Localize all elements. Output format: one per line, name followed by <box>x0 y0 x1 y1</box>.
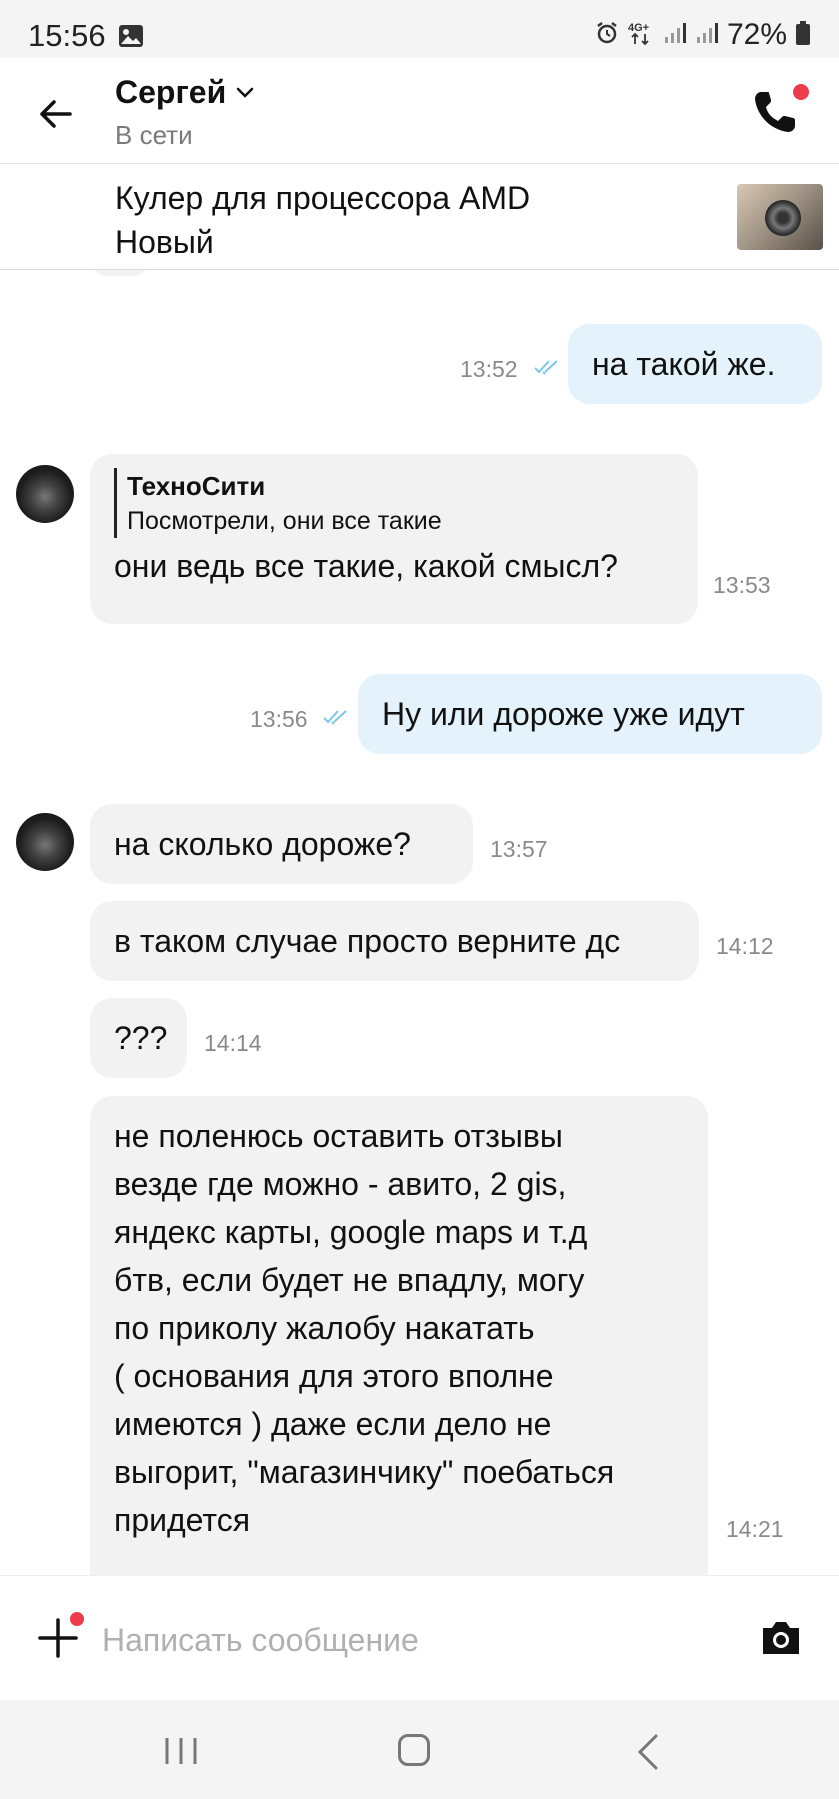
message-text-line: имеются ) даже если дело не <box>114 1406 552 1442</box>
arrow-left-icon <box>40 100 72 128</box>
quoted-message[interactable]: ТехноСити Посмотрели, они все такие <box>114 468 674 538</box>
camera-button[interactable] <box>759 1618 803 1658</box>
status-right-icons: 4G+ 72% <box>595 18 811 52</box>
message-text-line: везде где можно - авито, 2 gis, <box>114 1166 567 1202</box>
message-text: ??? <box>114 1020 168 1056</box>
message-time: 13:57 <box>490 836 548 862</box>
battery-percent: 72% <box>726 18 787 51</box>
message-text-line: по приколу жалобу накатать <box>114 1310 535 1346</box>
listing-thumbnail[interactable] <box>737 184 823 250</box>
chevron-down-icon[interactable] <box>236 86 254 105</box>
listing-title-line: Кулер для процессора AMD <box>115 180 531 216</box>
notification-dot <box>793 84 809 100</box>
quote-text: Посмотрели, они все такие <box>127 507 442 535</box>
outgoing-message[interactable]: на такой же. <box>568 324 822 404</box>
listing-condition: Новый <box>115 224 214 260</box>
notification-dot <box>70 1612 84 1626</box>
message-text: в таком случае просто верните дс <box>114 923 621 959</box>
quote-author: ТехноСити <box>127 471 266 501</box>
contact-name[interactable]: Сергей <box>115 74 226 111</box>
system-back-button[interactable] <box>636 1734 660 1775</box>
contact-status: В сети <box>115 120 193 150</box>
partial-message-bubble <box>90 270 150 276</box>
system-nav-bar <box>0 1700 839 1799</box>
fan-image <box>765 200 801 236</box>
message-text-line: придется <box>114 1502 251 1538</box>
back-button[interactable] <box>36 94 76 134</box>
signal-icon <box>695 21 719 50</box>
camera-icon <box>763 1622 799 1654</box>
chevron-left-icon <box>637 1734 658 1770</box>
message-text: на сколько дороже? <box>114 826 411 862</box>
double-check-icon <box>533 358 561 381</box>
incoming-message[interactable]: на сколько дороже? <box>90 804 473 884</box>
chat-header: Сергей В сети <box>0 58 839 164</box>
avatar[interactable] <box>16 813 74 871</box>
message-time: 14:21 <box>726 1516 784 1542</box>
gallery-icon <box>118 24 144 53</box>
message-text: Ну или дороже уже идут <box>382 696 745 732</box>
message-time: 13:56 <box>250 706 308 732</box>
message-composer <box>0 1575 839 1701</box>
message-text-line: яндекс карты, google maps и т.д <box>114 1214 588 1250</box>
recent-apps-button[interactable] <box>164 1736 198 1771</box>
listing-bar[interactable]: Кулер для процессора AMD Новый <box>0 164 839 270</box>
message-text-line: бтв, если будет не впадлу, могу <box>114 1262 585 1298</box>
battery-icon <box>795 20 811 51</box>
message-text: они ведь все такие, какой смысл? <box>114 548 618 584</box>
message-text: на такой же. <box>592 346 776 382</box>
svg-text:4G+: 4G+ <box>628 22 649 34</box>
listing-title: Кулер для процессора AMD Новый <box>115 176 530 264</box>
outgoing-message[interactable]: Ну или дороже уже идут <box>358 674 822 754</box>
network-4g-icon: 4G+ <box>627 20 655 51</box>
incoming-message[interactable]: ??? <box>90 998 187 1078</box>
message-time: 14:14 <box>204 1030 262 1056</box>
message-list[interactable]: на такой же. 13:52 ТехноСити Посмотрели,… <box>0 270 839 1575</box>
incoming-message[interactable]: не поленюсь оставить отзывы везде где мо… <box>90 1096 708 1575</box>
home-button[interactable] <box>398 1734 430 1766</box>
message-time: 13:52 <box>460 356 518 382</box>
double-check-icon <box>322 708 350 731</box>
status-bar: 15:56 4G+ 72% <box>0 0 839 58</box>
message-time: 13:53 <box>713 572 771 598</box>
recent-apps-icon <box>165 1738 197 1764</box>
incoming-message[interactable]: в таком случае просто верните дс <box>90 901 699 981</box>
message-text-line: выгорит, "магазинчику" поебаться <box>114 1454 615 1490</box>
incoming-message[interactable]: ТехноСити Посмотрели, они все такие они … <box>90 454 698 624</box>
message-time: 14:12 <box>716 933 774 959</box>
message-input[interactable] <box>100 1612 724 1668</box>
message-text-line: не поленюсь оставить отзывы <box>114 1118 563 1154</box>
status-time: 15:56 <box>28 18 106 53</box>
avatar[interactable] <box>16 465 74 523</box>
alarm-icon <box>595 21 619 50</box>
signal-icon <box>663 21 687 50</box>
message-text-line: ( основания для этого вполне <box>114 1358 554 1394</box>
